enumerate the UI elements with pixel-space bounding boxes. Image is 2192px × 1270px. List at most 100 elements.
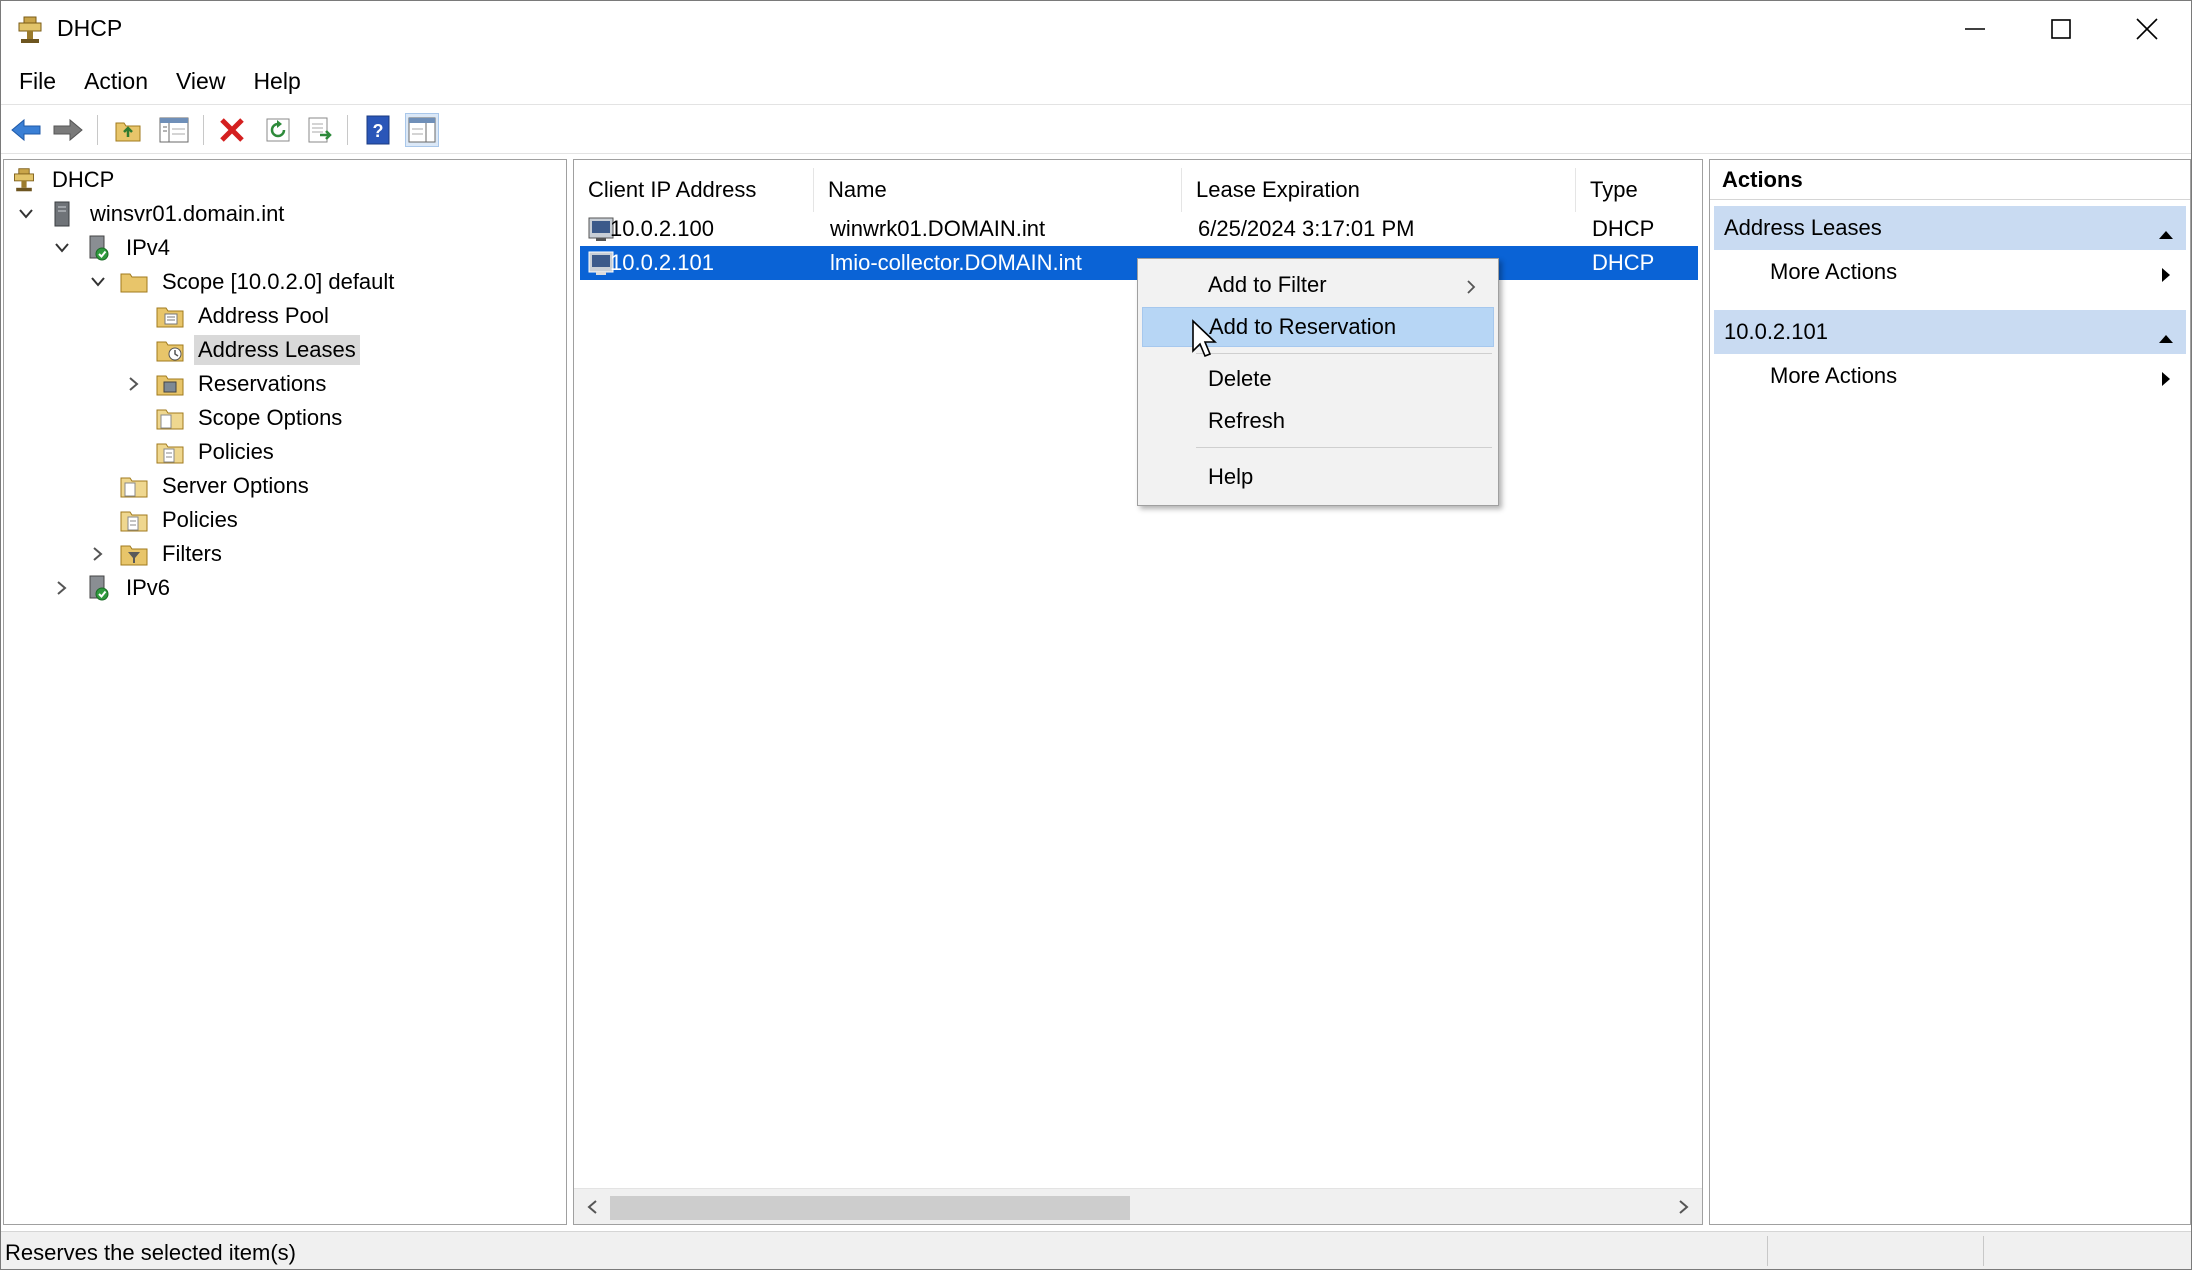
scroll-left-icon[interactable]: [580, 1195, 604, 1219]
tree-node-address-pool[interactable]: Address Pool: [156, 300, 333, 332]
column-header-type[interactable]: Type: [1576, 168, 1702, 212]
collapse-triangle-icon[interactable]: [2158, 220, 2174, 246]
tree-label-address-pool: Address Pool: [198, 303, 329, 328]
context-menu-label: Help: [1208, 464, 1254, 489]
close-button[interactable]: [2103, 1, 2191, 57]
menu-help[interactable]: Help: [239, 64, 314, 99]
horizontal-scrollbar[interactable]: [574, 1188, 1702, 1224]
cell-type: DHCP: [1592, 216, 1655, 241]
tree-node-scope-options[interactable]: Scope Options: [156, 402, 346, 434]
tree-label-reservations: Reservations: [198, 371, 327, 396]
tree-node-dhcp[interactable]: DHCP: [10, 164, 118, 196]
menu-bar: File Action View Help: [1, 61, 2191, 101]
export-icon: [308, 117, 332, 143]
address-pool-icon: [156, 303, 184, 329]
collapse-triangle-icon[interactable]: [2158, 324, 2174, 350]
forward-button[interactable]: [51, 113, 85, 147]
context-menu-label: Delete: [1208, 366, 1272, 391]
back-arrow-icon: [11, 118, 41, 142]
context-menu-label: Add to Filter: [1208, 272, 1327, 297]
show-actions-icon: [408, 117, 436, 143]
status-bar: Reserves the selected item(s): [1, 1231, 2191, 1269]
tree-node-server-options[interactable]: Server Options: [120, 470, 313, 502]
server-icon: [48, 201, 76, 227]
tree-node-address-leases[interactable]: Address Leases: [156, 334, 360, 366]
tree-label-scope-options: Scope Options: [198, 405, 343, 430]
back-button[interactable]: [9, 113, 43, 147]
expand-chevron-icon[interactable]: [122, 372, 146, 396]
actions-pane: Actions Address Leases More Actions 10.0…: [1709, 159, 2191, 1225]
dhcp-app-icon: [15, 15, 45, 45]
toolbar: ?: [1, 104, 2191, 154]
minimize-icon: [1965, 28, 1985, 30]
tree-node-ipv6[interactable]: IPv6: [50, 572, 174, 604]
context-menu-refresh[interactable]: Refresh: [1142, 401, 1494, 441]
scroll-right-icon[interactable]: [1672, 1195, 1696, 1219]
tree-node-filters[interactable]: Filters: [86, 538, 226, 570]
menu-file[interactable]: File: [5, 64, 70, 99]
server-options-icon: [120, 473, 148, 499]
policies-icon: [120, 507, 148, 533]
expand-chevron-icon[interactable]: [86, 542, 110, 566]
filter-icon: [120, 541, 148, 567]
cell-type: DHCP: [1592, 250, 1655, 275]
collapse-chevron-icon[interactable]: [50, 236, 74, 260]
up-one-level-button[interactable]: [111, 113, 145, 147]
submenu-triangle-icon: [2160, 368, 2172, 394]
context-menu-delete[interactable]: Delete: [1142, 359, 1494, 399]
folder-icon: [120, 269, 148, 295]
tree-node-server[interactable]: winsvr01.domain.int: [14, 198, 288, 230]
address-leases-icon: [156, 337, 184, 363]
export-list-button[interactable]: [303, 113, 337, 147]
column-header-client-ip[interactable]: Client IP Address: [574, 168, 814, 212]
cell-lease-expiration: 6/25/2024 3:17:01 PM: [1198, 216, 1415, 241]
expand-chevron-icon[interactable]: [50, 576, 74, 600]
minimize-button[interactable]: [1931, 1, 2019, 57]
help-button[interactable]: ?: [361, 113, 395, 147]
action-section-address-leases[interactable]: Address Leases: [1714, 206, 2186, 250]
show-hide-action-pane-button[interactable]: [405, 113, 439, 147]
actions-title: Actions: [1710, 160, 2190, 200]
collapse-chevron-icon[interactable]: [86, 270, 110, 294]
tree-label-server: winsvr01.domain.int: [90, 201, 285, 226]
scope-options-icon: [156, 405, 184, 431]
table-row[interactable]: 10.0.2.100 winwrk01.DOMAIN.int 6/25/2024…: [580, 212, 1698, 246]
refresh-icon: [266, 118, 290, 142]
action-more-actions[interactable]: More Actions: [1714, 356, 2186, 396]
collapse-chevron-icon[interactable]: [14, 202, 38, 226]
tree-node-scope-policies[interactable]: Policies: [156, 436, 278, 468]
cell-name: winwrk01.DOMAIN.int: [830, 216, 1046, 241]
tree-node-scope[interactable]: Scope [10.0.2.0] default: [86, 266, 398, 298]
scrollbar-thumb[interactable]: [610, 1196, 1130, 1220]
window-title: DHCP: [57, 15, 123, 41]
maximize-button[interactable]: [2017, 1, 2105, 57]
policies-icon: [156, 439, 184, 465]
reservations-icon: [156, 371, 184, 397]
svg-text:?: ?: [373, 121, 384, 141]
column-header-name[interactable]: Name: [814, 168, 1182, 212]
refresh-button[interactable]: [261, 113, 295, 147]
status-text: Reserves the selected item(s): [5, 1240, 296, 1265]
menu-action[interactable]: Action: [70, 64, 162, 99]
delete-button[interactable]: [215, 113, 249, 147]
column-header-lease-expiration[interactable]: Lease Expiration: [1182, 168, 1576, 212]
tree-label-ipv6: IPv6: [126, 575, 171, 600]
help-icon: ?: [366, 115, 390, 145]
context-menu-help[interactable]: Help: [1142, 457, 1494, 497]
menu-view[interactable]: View: [162, 64, 239, 99]
show-hide-tree-button[interactable]: [157, 113, 191, 147]
tree-label-filters: Filters: [162, 541, 222, 566]
action-more-actions[interactable]: More Actions: [1714, 252, 2186, 292]
dhcp-icon: [10, 167, 38, 193]
action-section-selected-lease[interactable]: 10.0.2.101: [1714, 310, 2186, 354]
tree-node-policies[interactable]: Policies: [120, 504, 242, 536]
tree-label-scope: Scope [10.0.2.0] default: [162, 269, 395, 294]
tree-label-server-options: Server Options: [162, 473, 309, 498]
tree-node-ipv4[interactable]: IPv4: [50, 232, 174, 264]
ipv6-icon: [84, 575, 112, 601]
cell-name: lmio-collector.DOMAIN.int: [830, 250, 1082, 275]
context-menu-label: Refresh: [1208, 408, 1286, 433]
tree-node-reservations[interactable]: Reservations: [122, 368, 330, 400]
context-menu-add-to-filter[interactable]: Add to Filter: [1142, 265, 1494, 305]
title-bar[interactable]: DHCP: [1, 1, 2191, 57]
